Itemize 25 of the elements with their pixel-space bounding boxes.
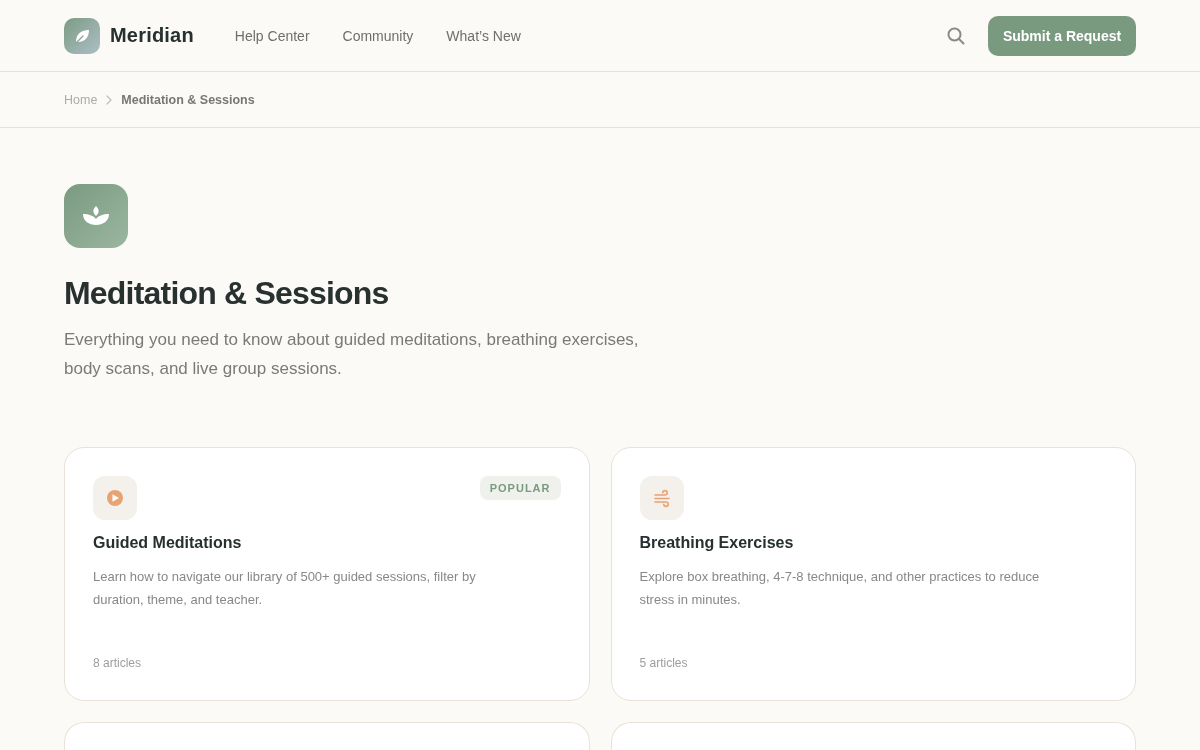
category-card[interactable]: [64, 722, 590, 750]
category-card[interactable]: POPULAR Guided Meditations Learn how to navigate our library of 500+ guided sessions, filter by duration, theme, and teacher. 8 articles: [64, 447, 590, 701]
popular-badge: POPULAR: [479, 476, 561, 500]
breadcrumb-link[interactable]: Meditation & Sessions: [121, 92, 255, 107]
chevron-icon: [106, 94, 113, 105]
category-card[interactable]: Breathing Exercises Explore box breathing, 4-7-8 technique, and other practices to reduce stress in minutes. 5 articles: [610, 447, 1136, 701]
card-title: Guided Meditations: [93, 533, 243, 553]
lotus-icon: [64, 184, 128, 248]
brand-name[interactable]: Meridian: [110, 24, 194, 47]
article-count: 5 articles: [639, 655, 689, 672]
play-icon: [93, 476, 137, 520]
search-icon[interactable]: [947, 26, 965, 45]
category-card[interactable]: [610, 722, 1136, 750]
card-title: Breathing Exercises: [639, 533, 795, 553]
page-title: Meditation & Sessions: [64, 274, 390, 313]
card-description: Explore box breathing, 4-7-8 technique, and other practices to reduce stress in minutes.: [639, 568, 1041, 609]
submit-request-button[interactable]: Submit a Request: [988, 15, 1136, 56]
card-description: Learn how to navigate our library of 500+ guided sessions, filter by duration, theme, and teacher.: [93, 568, 477, 609]
page-description: Everything you need to know about guided meditations, breathing exercises, body scans, and live group sessions.: [64, 329, 640, 380]
wind-icon: [639, 476, 684, 520]
nav-link[interactable]: What’s New: [446, 27, 521, 44]
nav-link[interactable]: Community: [342, 27, 414, 44]
nav-link[interactable]: Help Center: [234, 27, 310, 44]
article-count: 8 articles: [93, 655, 143, 672]
leaf-logo-icon: [64, 17, 100, 54]
